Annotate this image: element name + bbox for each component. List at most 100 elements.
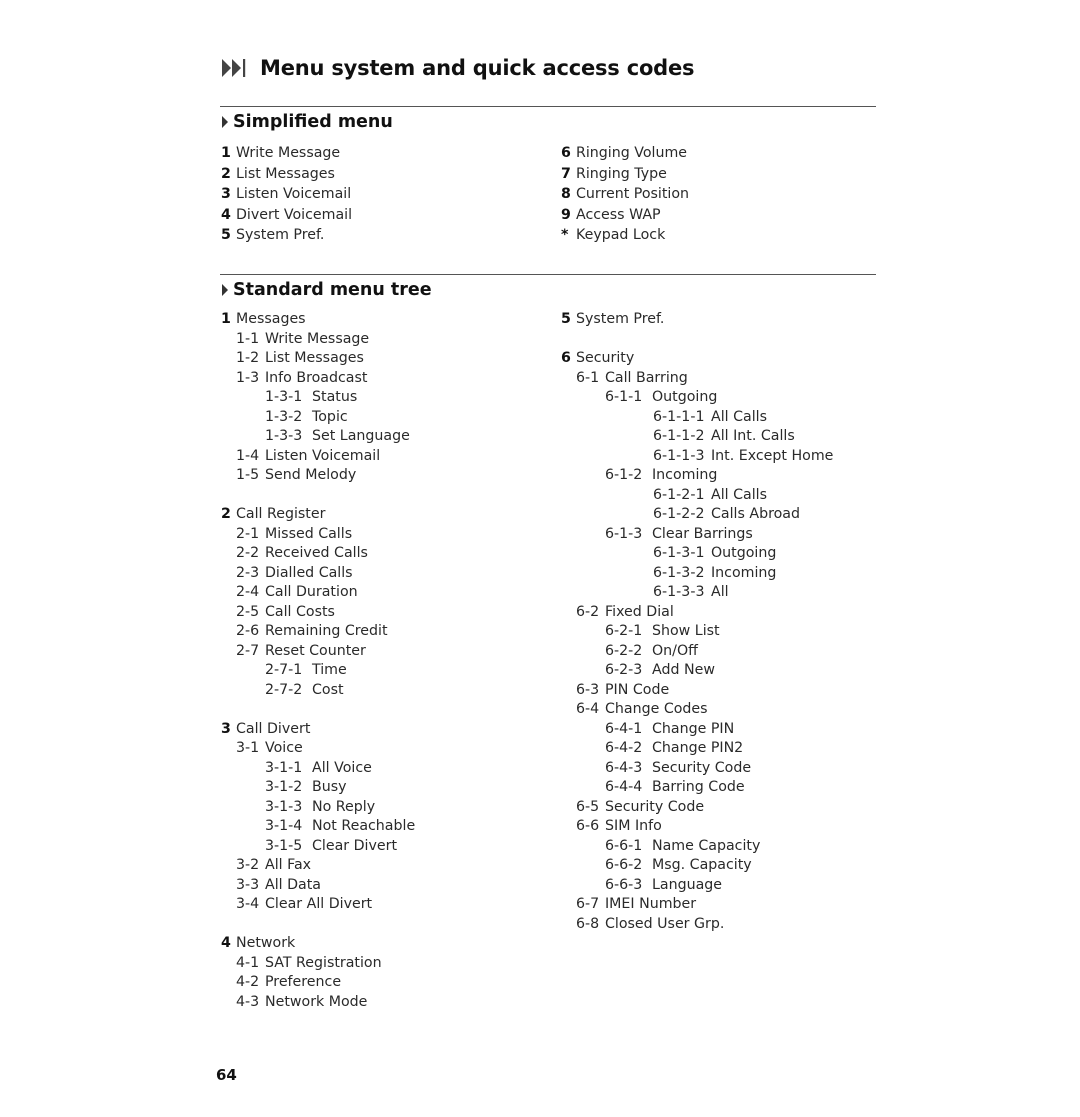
menu-code: 3-1 — [236, 740, 260, 756]
menu-code: 1-3-1 — [265, 389, 303, 405]
menu-label: Call Costs — [265, 603, 335, 620]
menu-tree-item: 4-2 Preference — [221, 973, 415, 993]
menu-label: Outgoing — [711, 545, 777, 561]
menu-item-label: Ringing Type — [576, 165, 667, 182]
menu-code: 1-3-2 — [265, 408, 303, 425]
menu-code: 2-7-2 — [265, 681, 303, 698]
menu-code: 6-6-1 — [605, 837, 643, 854]
menu-label: All Calls — [711, 408, 767, 425]
menu-tree-item: 2-3 Dialled Calls — [221, 564, 415, 584]
menu-item: 7 Ringing Type — [561, 164, 689, 185]
menu-tree-item: 6-6-2 Msg. Capacity — [561, 856, 833, 876]
menu-code: 6-4-4 — [605, 779, 643, 795]
menu-tree-item: 2-7 Reset Counter — [221, 642, 415, 662]
menu-label: Messages — [236, 311, 306, 327]
menu-code: 1 — [221, 311, 231, 327]
menu-code: 6-1-3 — [605, 525, 643, 542]
menu-label: Info Broadcast — [265, 369, 368, 386]
menu-label: On/Off — [652, 642, 698, 659]
menu-label: Topic — [312, 408, 348, 425]
menu-label: Write Message — [265, 330, 370, 347]
menu-code: 3-1-2 — [265, 779, 303, 795]
menu-code: 6-2-3 — [605, 662, 643, 678]
menu-code: 2-3 — [236, 564, 260, 581]
menu-code: 6-4-2 — [605, 740, 643, 756]
menu-code: 1-1 — [236, 330, 260, 347]
menu-tree-item: 3-1-5 Clear Divert — [221, 837, 415, 857]
menu-tree-item: 6-3 PIN Code — [561, 681, 833, 701]
menu-label: Change PIN — [652, 720, 735, 737]
menu-label: All Calls — [711, 486, 767, 503]
menu-tree-item: 1-3-3 Set Language — [221, 427, 415, 447]
menu-tree-item: 3-4 Clear All Divert — [221, 895, 415, 915]
menu-tree-item: 6-1-3-3 All — [561, 583, 833, 603]
menu-code: 2-6 — [236, 623, 260, 639]
menu-tree-item: 1 Messages — [221, 310, 415, 330]
menu-tree-item: 3-1-4 Not Reachable — [221, 817, 415, 837]
standard-menu-tree-right: 5 System Pref. 6 Security 6-1 Call Barring 6-1… — [561, 310, 833, 934]
menu-label: Cost — [312, 681, 344, 698]
menu-label: Reset Counter — [265, 642, 366, 659]
menu-item: 3 Listen Voicemail — [221, 184, 352, 205]
menu-tree-item: 1-3-2 Topic — [221, 408, 415, 428]
page-title-text: Menu system and quick access codes — [260, 56, 695, 80]
menu-code: 6-1-1-1 — [653, 408, 705, 425]
menu-code: 6-1-2-1 — [653, 486, 705, 503]
menu-code: 3 — [221, 720, 231, 737]
page-title: Menu system and quick access codes — [222, 52, 695, 84]
menu-tree-item: 4-1 SAT Registration — [221, 954, 415, 974]
menu-label: No Reply — [312, 798, 376, 815]
menu-label: Security Code — [652, 759, 752, 776]
menu-tree-item: 6-1 Call Barring — [561, 369, 833, 389]
menu-code: 6-1-1 — [605, 389, 643, 405]
menu-tree-item: 1-3-1 Status — [221, 388, 415, 408]
skip-forward-icon — [222, 59, 246, 77]
menu-label: Voice — [265, 740, 303, 756]
menu-tree-item: 6-4-3 Security Code — [561, 759, 833, 779]
menu-label: Call Register — [236, 506, 326, 522]
menu-tree-item: 6-5 Security Code — [561, 798, 833, 818]
section-heading-standard: Standard menu tree — [221, 280, 432, 300]
menu-label: Call Barring — [605, 369, 688, 386]
menu-code: 5 — [561, 311, 571, 327]
menu-label: Msg. Capacity — [652, 857, 752, 873]
menu-code: 6-7 — [576, 896, 600, 912]
page-number: 64 — [216, 1066, 237, 1084]
menu-tree-item: 6-7 IMEI Number — [561, 895, 833, 915]
menu-item-key: * — [561, 227, 569, 243]
menu-code: 6-2 — [576, 603, 600, 620]
menu-code: 6-4-3 — [605, 759, 643, 776]
menu-tree-item: 6-2 Fixed Dial — [561, 603, 833, 623]
menu-tree-item: 6-1-1-1 All Calls — [561, 408, 833, 428]
standard-menu-tree-left: 1 Messages 1-1 Write Message 1-2 List Message… — [221, 310, 415, 1012]
menu-tree-item: 6-1-3-2 Incoming — [561, 564, 833, 584]
menu-tree-item: 6 Security — [561, 349, 833, 369]
menu-item-key: 8 — [561, 186, 571, 202]
menu-item-key: 1 — [221, 145, 231, 161]
menu-label: All Fax — [265, 857, 312, 873]
menu-tree-item: 6-2-3 Add New — [561, 661, 833, 681]
triangle-right-icon — [222, 284, 228, 296]
menu-label: IMEI Number — [605, 896, 697, 912]
menu-tree-item: 6-6-1 Name Capacity — [561, 837, 833, 857]
menu-tree-item: 6-6-3 Language — [561, 876, 833, 896]
menu-item-label: Divert Voicemail — [236, 206, 353, 223]
menu-label: SIM Info — [605, 818, 662, 834]
menu-code: 2-5 — [236, 603, 260, 620]
menu-code: 6-1-3-1 — [653, 545, 705, 561]
menu-code: 6-3 — [576, 681, 600, 698]
menu-code: 3-1-1 — [265, 759, 303, 776]
menu-label: Show List — [652, 623, 720, 639]
menu-tree-item: 3-1-2 Busy — [221, 778, 415, 798]
menu-code: 3-2 — [236, 857, 260, 873]
menu-label: Fixed Dial — [605, 603, 674, 620]
menu-item-key: 3 — [221, 186, 231, 202]
simplified-menu-right: 6 Ringing Volume 7 Ringing Type 8 Current Pos… — [561, 143, 689, 246]
menu-label: System Pref. — [576, 311, 665, 327]
menu-label: Change Codes — [605, 701, 708, 717]
menu-code: 6-1-3-3 — [653, 584, 705, 600]
menu-label: Closed User Grp. — [605, 915, 725, 932]
menu-tree-item: 3-1 Voice — [221, 739, 415, 759]
